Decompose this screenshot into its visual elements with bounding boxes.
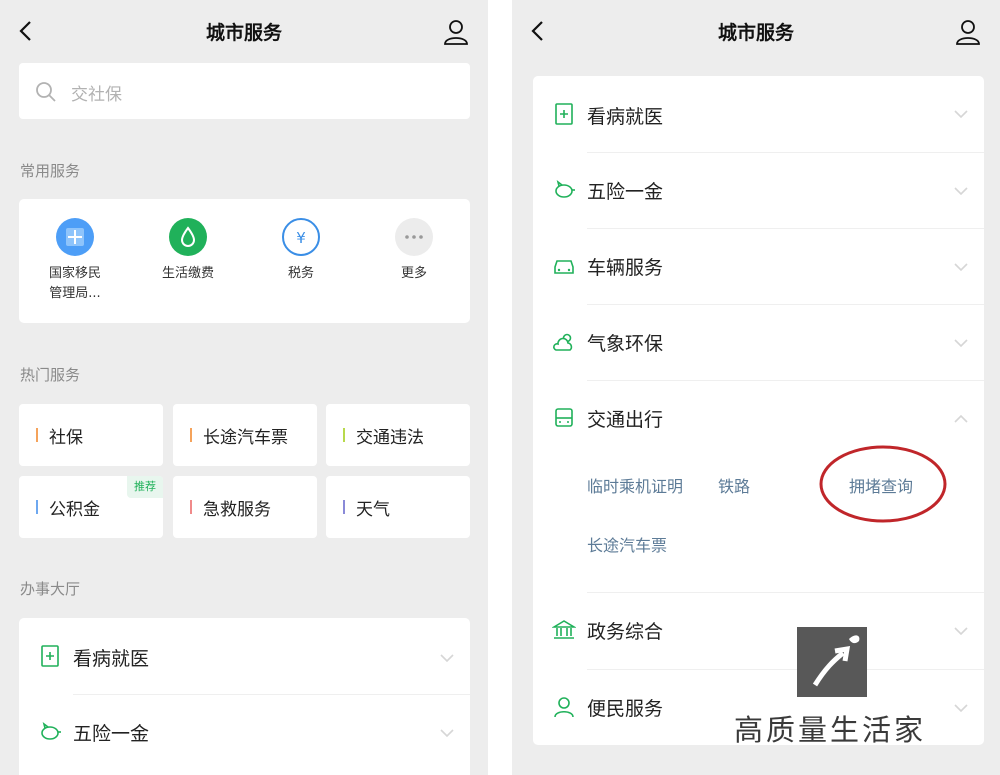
search-bar[interactable]: 交社保 bbox=[19, 63, 470, 119]
hall-label: 看病就医 bbox=[587, 106, 664, 128]
sublink-railway[interactable]: 铁路 bbox=[718, 473, 750, 497]
sublink-bus-ticket[interactable]: 长途汽车票 bbox=[587, 532, 667, 556]
svg-text:¥: ¥ bbox=[296, 229, 306, 247]
service-hall-card: 看病就医 五险一金 bbox=[19, 618, 470, 775]
service-hall-card: 看病就医 五险一金 车辆服务 气象环保 交通出行 临时乘机证明 铁路 拥堵查询 … bbox=[533, 76, 984, 745]
watermark-logo bbox=[797, 627, 867, 697]
service-label: 更多 bbox=[400, 266, 427, 281]
hot-label: 急救服务 bbox=[203, 500, 271, 520]
medical-icon bbox=[555, 103, 573, 125]
hot-item-bus-ticket[interactable]: 长途汽车票 bbox=[173, 404, 317, 466]
service-tax[interactable]: ¥ 税务 bbox=[245, 218, 357, 284]
recommend-badge: 推荐 bbox=[127, 476, 163, 498]
chevron-up-icon bbox=[954, 414, 968, 423]
page-title: 城市服务 bbox=[205, 22, 282, 44]
navbar: 城市服务 bbox=[0, 0, 488, 62]
hot-item-social-insurance[interactable]: 社保 bbox=[19, 404, 163, 466]
hot-marker bbox=[36, 428, 38, 442]
chevron-down-icon bbox=[440, 654, 454, 663]
section-label-common: 常用服务 bbox=[20, 162, 81, 180]
chevron-down-icon bbox=[440, 729, 454, 738]
screen-left: 城市服务 交社保 常用服务 国家移民 管理局... 生活缴费 ¥ 税务 更多 热… bbox=[0, 0, 488, 775]
hot-item-housing-fund[interactable]: 公积金 推荐 bbox=[19, 476, 163, 538]
section-label-hall: 办事大厅 bbox=[20, 580, 81, 598]
hall-row-medical[interactable]: 看病就医 bbox=[19, 618, 470, 694]
hot-marker bbox=[343, 500, 345, 514]
search-icon bbox=[36, 82, 56, 102]
hall-label: 气象环保 bbox=[587, 333, 664, 355]
watermark-text: 高质量生活家 bbox=[734, 713, 927, 747]
hot-label: 交通违法 bbox=[356, 428, 424, 448]
hot-marker bbox=[343, 428, 345, 442]
service-label: 生活缴费 bbox=[161, 266, 214, 281]
sublink-temp-boarding-cert[interactable]: 临时乘机证明 bbox=[587, 473, 683, 497]
hall-row-weather[interactable]: 气象环保 bbox=[533, 305, 984, 381]
more-icon bbox=[395, 218, 433, 256]
piggy-bank-icon bbox=[555, 180, 575, 198]
hot-item-weather[interactable]: 天气 bbox=[326, 476, 470, 538]
chevron-down-icon bbox=[954, 704, 968, 713]
car-icon bbox=[554, 260, 574, 274]
bus-icon bbox=[555, 408, 573, 427]
government-icon bbox=[552, 620, 576, 639]
hall-label: 车辆服务 bbox=[587, 257, 664, 279]
service-more[interactable]: 更多 bbox=[358, 218, 470, 284]
hot-item-traffic-violation[interactable]: 交通违法 bbox=[326, 404, 470, 466]
weather-icon bbox=[553, 333, 573, 351]
chevron-down-icon bbox=[954, 187, 968, 196]
hot-label: 社保 bbox=[49, 428, 83, 448]
chevron-down-icon bbox=[954, 263, 968, 272]
hall-label: 政务综合 bbox=[587, 621, 664, 643]
page-title: 城市服务 bbox=[717, 22, 794, 44]
hall-label: 交通出行 bbox=[587, 409, 664, 431]
service-immigration[interactable]: 国家移民 管理局... bbox=[19, 218, 131, 304]
chevron-down-icon bbox=[954, 110, 968, 119]
hot-marker bbox=[190, 500, 192, 514]
utilities-icon bbox=[169, 218, 207, 256]
hall-row-insurance[interactable]: 五险一金 bbox=[533, 153, 984, 229]
annotation-circle bbox=[819, 445, 947, 523]
tax-icon: ¥ bbox=[282, 218, 320, 256]
section-label-hot: 热门服务 bbox=[20, 366, 81, 384]
chevron-down-icon bbox=[954, 339, 968, 348]
profile-icon[interactable] bbox=[442, 18, 470, 46]
hall-row-insurance[interactable]: 五险一金 bbox=[19, 695, 470, 771]
medical-icon bbox=[41, 645, 59, 667]
piggy-bank-icon bbox=[41, 722, 61, 740]
screen-right: 城市服务 看病就医 五险一金 车辆服务 气象环保 交通出行 临时乘机证明 铁路 … bbox=[512, 0, 1000, 775]
navbar: 城市服务 bbox=[512, 0, 1000, 62]
service-label: 国家移民 管理局... bbox=[48, 266, 101, 301]
hall-label: 便民服务 bbox=[587, 698, 664, 720]
hot-item-emergency[interactable]: 急救服务 bbox=[173, 476, 317, 538]
hot-label: 天气 bbox=[356, 500, 390, 520]
hall-label: 五险一金 bbox=[73, 723, 150, 745]
hot-marker bbox=[36, 500, 38, 514]
hall-label: 五险一金 bbox=[587, 181, 664, 203]
service-utilities[interactable]: 生活缴费 bbox=[132, 218, 244, 284]
hall-label: 看病就医 bbox=[73, 648, 150, 670]
profile-icon[interactable] bbox=[954, 18, 982, 46]
service-label: 税务 bbox=[287, 266, 314, 281]
common-services-card: 国家移民 管理局... 生活缴费 ¥ 税务 更多 bbox=[19, 199, 470, 323]
hall-row-medical[interactable]: 看病就医 bbox=[533, 76, 984, 152]
search-input[interactable]: 交社保 bbox=[71, 80, 122, 105]
hot-label: 公积金 bbox=[49, 500, 100, 520]
hot-marker bbox=[190, 428, 192, 442]
chevron-down-icon bbox=[954, 627, 968, 636]
hot-label: 长途汽车票 bbox=[203, 428, 288, 448]
hall-row-government[interactable]: 政务综合 bbox=[533, 593, 984, 669]
immigration-icon bbox=[56, 218, 94, 256]
person-icon bbox=[554, 697, 574, 718]
hall-row-vehicle[interactable]: 车辆服务 bbox=[533, 229, 984, 305]
